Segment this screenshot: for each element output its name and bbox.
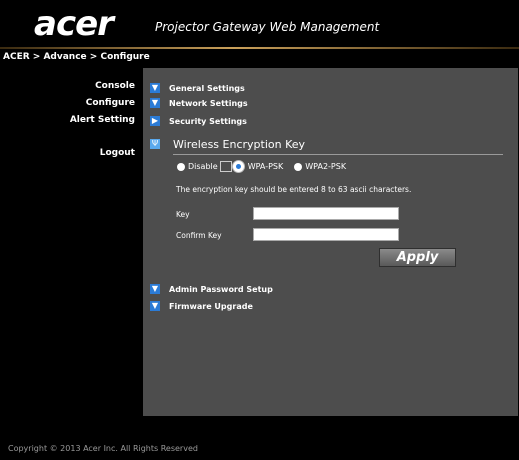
arrow-down-icon: ▼ (150, 284, 160, 294)
key-length-note: The encryption key should be entered 8 t… (176, 185, 412, 194)
encryption-radio-group: Disable WPA-PSK WPA2-PSK (177, 160, 346, 173)
general-settings-row[interactable]: ▼ General Settings (150, 81, 245, 95)
security-settings-row[interactable]: ▶ Security Settings (150, 114, 247, 128)
admin-password-row[interactable]: ▼ Admin Password Setup (150, 282, 273, 296)
content-panel: ▼ General Settings ▼ Network Settings ▶ … (143, 68, 518, 416)
wpa-psk-label: WPA-PSK (247, 162, 284, 171)
wpa2-psk-label: WPA2-PSK (305, 162, 347, 171)
acer-logo: acer (34, 4, 114, 44)
firmware-upgrade-row[interactable]: ▼ Firmware Upgrade (150, 299, 253, 313)
arrow-right-icon: ▶ (150, 116, 160, 126)
security-settings-label: Security Settings (169, 116, 247, 126)
wireless-key-title: Wireless Encryption Key (173, 138, 306, 151)
arrow-down-icon: ▼ (150, 83, 160, 93)
key-label: Key (176, 210, 190, 219)
sidebar-item-alert-setting[interactable]: Alert Setting (70, 115, 135, 125)
arrow-down-icon: ▼ (150, 301, 160, 311)
copyright-text: Copyright © 2013 Acer Inc. All Rights Re… (8, 444, 198, 453)
disable-radio[interactable] (177, 162, 185, 171)
arrow-down-icon: ▼ (150, 98, 160, 108)
confirm-key-label: Confirm Key (176, 231, 222, 240)
header-divider (0, 47, 519, 49)
app-title: Projector Gateway Web Management (155, 20, 380, 34)
wpa-psk-radio[interactable] (231, 160, 245, 173)
wireless-section-icon-row: Ψ (150, 137, 160, 151)
network-settings-label: Network Settings (169, 98, 248, 108)
apply-button[interactable]: Apply (379, 248, 456, 267)
sidebar-item-logout[interactable]: Logout (100, 148, 135, 158)
header: acer Projector Gateway Web Management (0, 0, 519, 48)
firmware-upgrade-label: Firmware Upgrade (169, 301, 253, 311)
confirm-key-input[interactable] (253, 228, 399, 241)
sidebar-item-console[interactable]: Console (95, 81, 135, 91)
general-settings-label: General Settings (169, 83, 245, 93)
section-divider (173, 154, 503, 155)
breadcrumb: ACER > Advance > Configure (3, 52, 150, 62)
admin-password-label: Admin Password Setup (169, 284, 273, 294)
wifi-icon: Ψ (150, 139, 160, 149)
wpa2-psk-radio[interactable] (294, 162, 303, 171)
sidebar-item-configure[interactable]: Configure (86, 98, 135, 108)
radio-frame (219, 161, 232, 172)
key-input[interactable] (253, 207, 399, 220)
sidebar: Console Configure Alert Setting Logout (0, 68, 143, 418)
network-settings-row[interactable]: ▼ Network Settings (150, 96, 248, 110)
disable-label: Disable (188, 162, 218, 171)
